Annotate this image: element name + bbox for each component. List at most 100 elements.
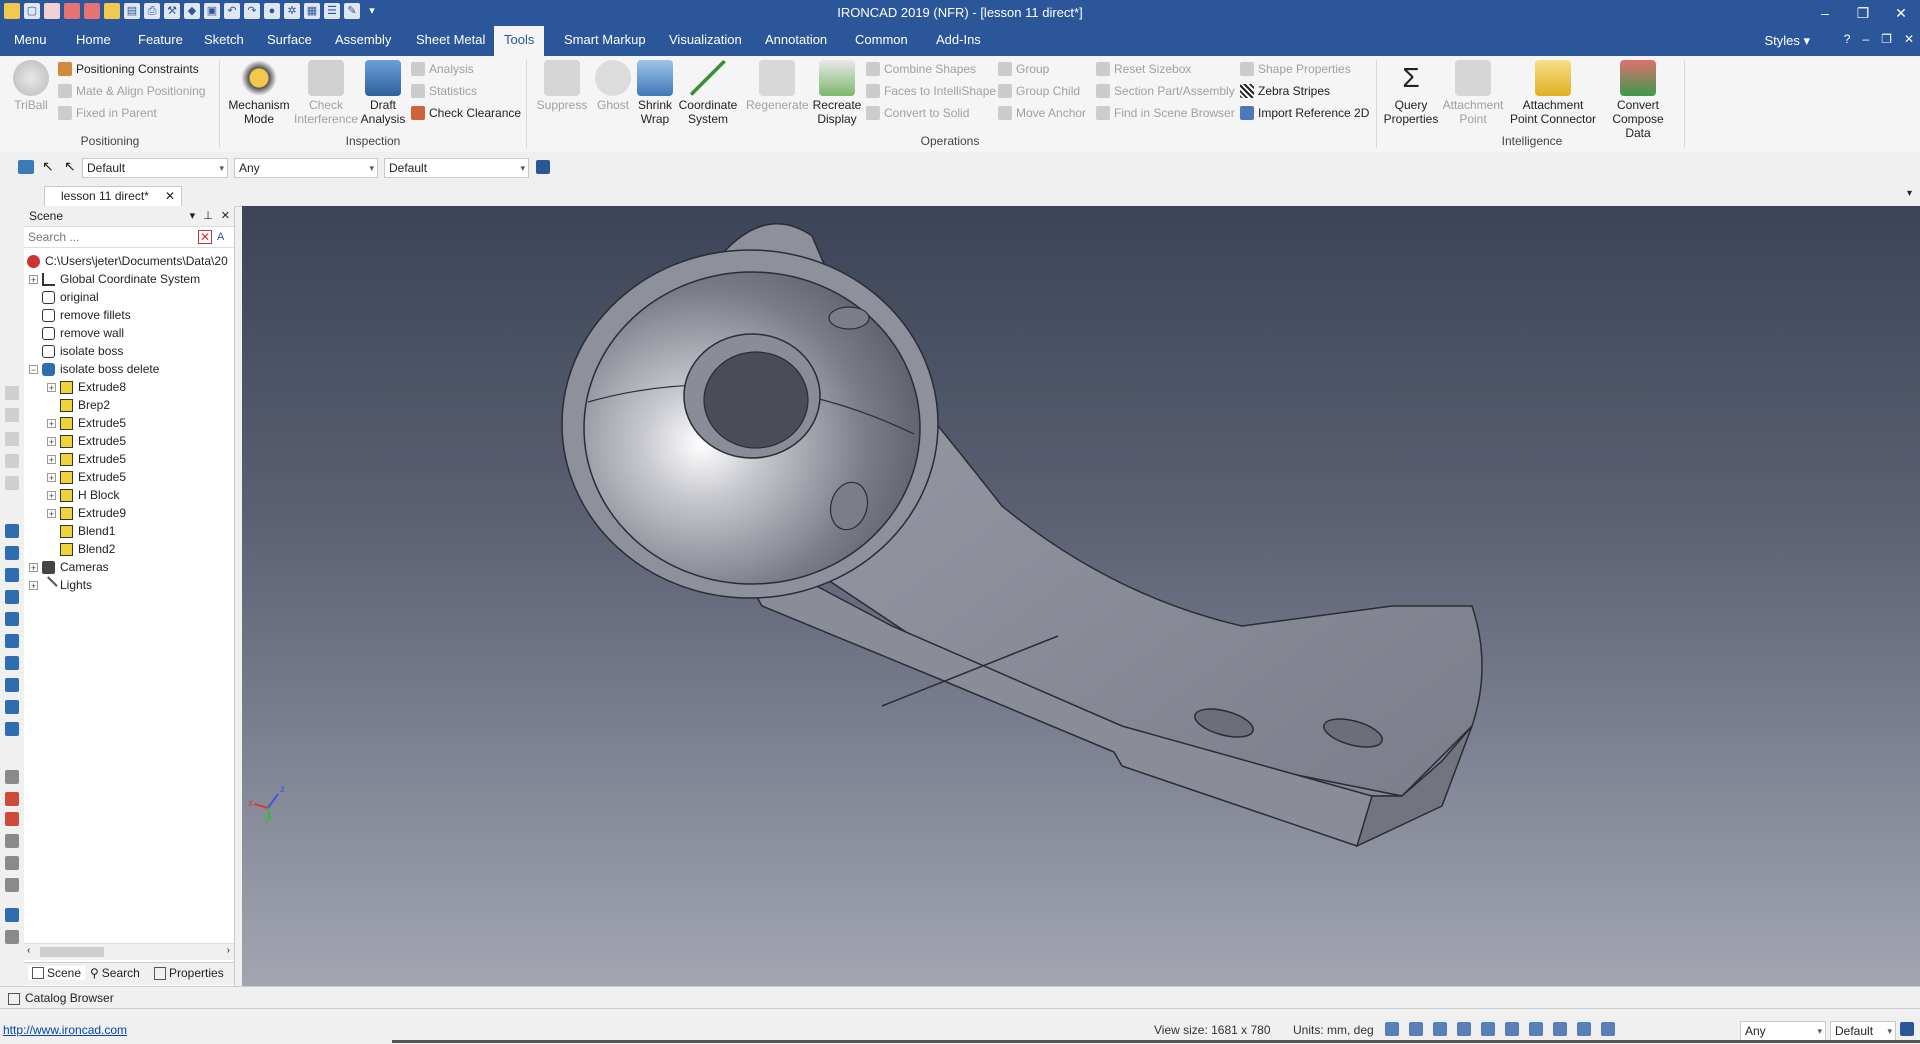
tab-add-ins[interactable]: Add-Ins <box>936 32 981 47</box>
tree-item[interactable]: + Extrude5 <box>47 468 126 486</box>
reset-sizebox-button[interactable]: Reset Sizebox <box>1096 62 1191 76</box>
tab-visualization[interactable]: Visualization <box>669 32 742 47</box>
filter-combo[interactable]: Any ▾ <box>234 158 378 178</box>
shape-properties-button[interactable]: Shape Properties <box>1240 62 1351 76</box>
tab-search[interactable]: ⚲ Search <box>90 966 140 980</box>
ruler-icon[interactable] <box>5 930 19 944</box>
rotate-icon[interactable] <box>5 878 19 892</box>
fixed-in-parent-button[interactable]: Fixed in Parent <box>58 106 157 120</box>
zoom-icon[interactable] <box>1385 1022 1399 1036</box>
tree-item[interactable]: remove wall <box>42 324 124 342</box>
style-combo[interactable]: Default ▾ <box>82 158 228 178</box>
cube-view-icon[interactable] <box>5 722 19 736</box>
group-button[interactable]: Group <box>998 62 1049 76</box>
convert-compose-button[interactable]: Convert Compose Data <box>1600 60 1676 140</box>
part-select-icon[interactable] <box>18 160 34 174</box>
cube-view-icon[interactable] <box>5 700 19 714</box>
layer-combo[interactable]: Default ▾ <box>384 158 529 178</box>
import-reference-2d-button[interactable]: Import Reference 2D <box>1240 106 1369 120</box>
pointer-icon[interactable]: ↖ <box>42 158 54 175</box>
coordinate-system-button[interactable]: Coordinate System <box>678 60 738 126</box>
cube-view-icon[interactable] <box>5 590 19 604</box>
tree-item[interactable]: + H Block <box>47 486 119 504</box>
website-link[interactable]: http://www.ironcad.com <box>3 1023 127 1037</box>
close-icon[interactable]: ✕ <box>221 206 230 226</box>
section-part-button[interactable]: Section Part/Assembly <box>1096 84 1235 98</box>
help-icon[interactable]: ? <box>1844 32 1851 46</box>
cube-view-icon[interactable] <box>5 546 19 560</box>
document-tab[interactable]: lesson 11 direct* ✕ <box>44 186 182 206</box>
tree-item[interactable]: Brep2 <box>60 396 110 414</box>
query-properties-button[interactable]: Σ Query Properties <box>1382 60 1440 126</box>
tab-annotation[interactable]: Annotation <box>765 32 827 47</box>
tree-item[interactable]: + Lights <box>29 575 92 595</box>
ribbon-restore-icon[interactable]: ❐ <box>1881 32 1892 46</box>
attachment-point-connector-button[interactable]: Attachment Point Connector <box>1508 60 1598 126</box>
tab-sketch[interactable]: Sketch <box>204 32 244 47</box>
hierarchy-icon[interactable] <box>1900 1022 1914 1036</box>
expand-icon[interactable]: + <box>47 436 56 446</box>
cube-view-icon[interactable] <box>5 612 19 626</box>
convert-to-solid-button[interactable]: Convert to Solid <box>866 106 969 120</box>
tree-item[interactable]: Blend2 <box>60 540 115 558</box>
cube-view-icon[interactable] <box>5 656 19 670</box>
select-icon[interactable] <box>1577 1022 1591 1036</box>
draft-analysis-button[interactable]: Draft Analysis <box>359 60 407 126</box>
ribbon-minimize-icon[interactable]: – <box>1862 32 1869 46</box>
scene-search-input[interactable]: Search ... ✕ A <box>24 227 234 248</box>
ghost-button[interactable]: Ghost <box>592 60 634 112</box>
tree-item[interactable]: + Global Coordinate System <box>29 270 200 288</box>
status-filter-combo[interactable]: Any ▾ <box>1740 1021 1826 1041</box>
tab-smart-markup[interactable]: Smart Markup <box>564 32 646 47</box>
tab-properties[interactable]: Properties <box>154 966 224 980</box>
snap-icon[interactable] <box>1553 1022 1567 1036</box>
tab-assembly[interactable]: Assembly <box>335 32 391 47</box>
restore-button[interactable]: ❐ <box>1844 0 1882 26</box>
angle-icon[interactable] <box>5 834 19 848</box>
tab-home[interactable]: Home <box>76 32 111 47</box>
light-icon[interactable] <box>1481 1022 1495 1036</box>
measure-icon[interactable] <box>5 770 19 784</box>
check-clearance-button[interactable]: Check Clearance <box>411 106 521 120</box>
ribbon-close-icon[interactable]: ✕ <box>1904 32 1914 46</box>
close-button[interactable]: ✕ <box>1882 0 1920 26</box>
expand-icon[interactable]: + <box>47 490 56 500</box>
zoom-box-icon[interactable] <box>1409 1022 1423 1036</box>
view-icon[interactable] <box>5 454 19 468</box>
expand-icon[interactable]: + <box>29 580 38 590</box>
tree-item[interactable]: + Extrude5 <box>47 414 126 432</box>
tab-common[interactable]: Common <box>855 32 908 47</box>
cad-model[interactable] <box>242 206 1920 986</box>
pointer-filter-icon[interactable]: ↖ <box>64 158 76 175</box>
tab-sheet-metal[interactable]: Sheet Metal <box>416 32 485 47</box>
expand-icon[interactable]: + <box>47 382 56 392</box>
combine-shapes-button[interactable]: Combine Shapes <box>866 62 976 76</box>
expand-icon[interactable]: + <box>47 454 56 464</box>
tree-item[interactable]: Blend1 <box>60 522 115 540</box>
clear-search-icon[interactable]: ✕ <box>198 230 212 244</box>
search-options-icon[interactable]: A <box>217 230 231 244</box>
section-icon[interactable] <box>5 792 19 806</box>
chevron-down-icon[interactable]: ▾ <box>190 206 196 226</box>
view-icon[interactable] <box>5 408 19 422</box>
cube-view-icon[interactable] <box>5 568 19 582</box>
expand-icon[interactable]: + <box>29 274 38 284</box>
catalog-browser-tab[interactable]: Catalog Browser <box>25 987 114 1009</box>
scroll-left-icon[interactable]: ‹ <box>27 945 30 956</box>
tab-feature[interactable]: Feature <box>138 32 183 47</box>
tree-item[interactable]: + Extrude8 <box>47 378 126 396</box>
cube-view-icon[interactable] <box>5 678 19 692</box>
close-tab-icon[interactable]: ✕ <box>165 187 175 205</box>
view-icon[interactable] <box>5 432 19 446</box>
expand-icon[interactable]: + <box>47 508 56 518</box>
group-child-button[interactable]: Group Child <box>998 84 1080 98</box>
cube-view-icon[interactable] <box>5 634 19 648</box>
view-orient-icon[interactable] <box>1505 1022 1519 1036</box>
triad-icon[interactable] <box>1529 1022 1543 1036</box>
view-icon[interactable] <box>5 386 19 400</box>
tree-item[interactable]: + Extrude5 <box>47 432 126 450</box>
minimize-button[interactable]: – <box>1806 0 1844 26</box>
suppress-button[interactable]: Suppress <box>534 60 590 112</box>
tree-item[interactable]: C:\Users\jeter\Documents\Data\20 <box>27 252 228 270</box>
cube-view-icon[interactable] <box>5 524 19 538</box>
